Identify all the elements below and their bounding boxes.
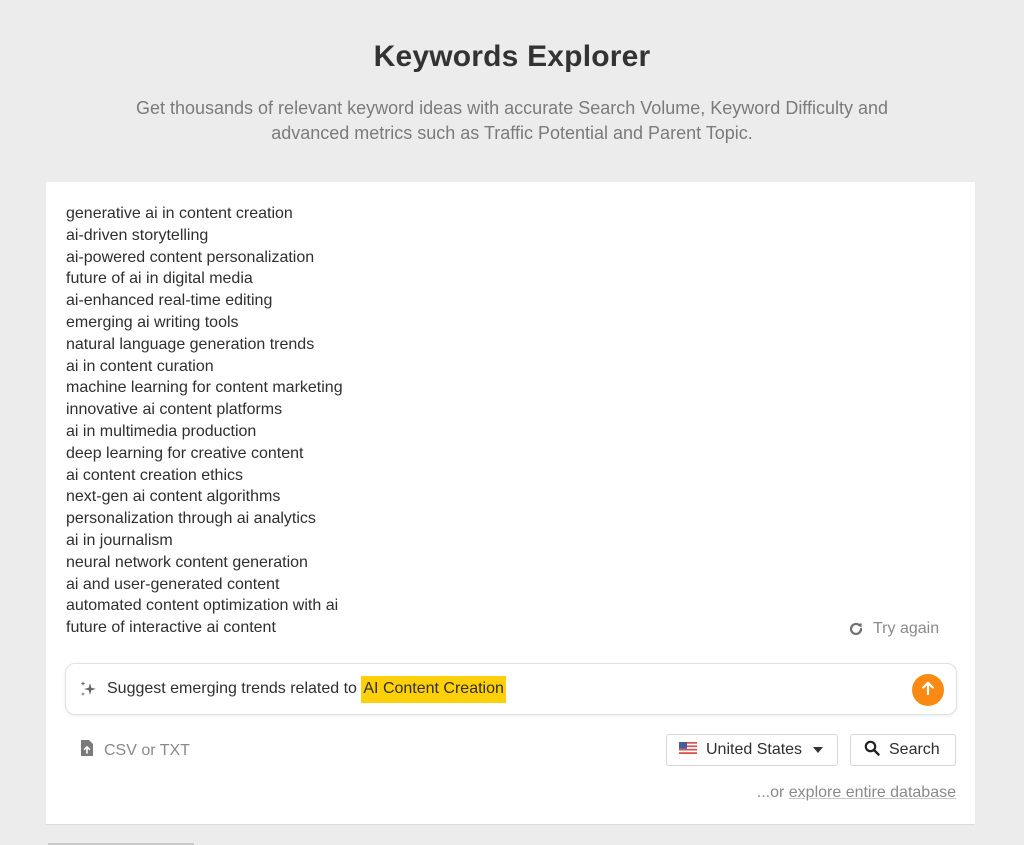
upload-label: CSV or TXT xyxy=(104,741,190,759)
keyword-result: future of ai in digital media xyxy=(66,270,253,288)
keyword-result: ai and user-generated content xyxy=(66,575,280,593)
keyword-result: ai content creation ethics xyxy=(66,466,243,484)
search-label: Search xyxy=(889,741,940,758)
keyword-result: generative ai in content creation xyxy=(66,205,293,222)
country-select[interactable]: United States xyxy=(666,734,838,766)
sparkle-icon xyxy=(78,679,107,699)
try-again-label: Try again xyxy=(873,620,940,637)
explore-database-link[interactable]: explore entire database xyxy=(789,784,956,801)
keyword-result: ai-enhanced real-time editing xyxy=(66,292,273,310)
keyword-result: ai-driven storytelling xyxy=(66,226,209,244)
keyword-result: innovative ai content platforms xyxy=(66,401,283,419)
ai-prompt-input[interactable]: Suggest emerging trends related to AI Co… xyxy=(65,663,957,715)
explore-database: ...or explore entire database xyxy=(757,784,956,802)
keyword-result: machine learning for content marketing xyxy=(66,379,343,397)
keyword-results-list: generative ai in content creation ai-dri… xyxy=(66,203,343,639)
try-again-button[interactable]: Try again xyxy=(848,618,939,640)
keyword-result: future of interactive ai content xyxy=(66,619,276,637)
search-button[interactable]: Search xyxy=(850,734,956,766)
keyword-result: ai in content curation xyxy=(66,357,214,375)
upload-csv-button[interactable]: CSV or TXT xyxy=(79,739,190,762)
file-upload-icon xyxy=(79,739,95,762)
us-flag-icon xyxy=(679,741,697,759)
send-prompt-button[interactable] xyxy=(912,674,944,706)
keyword-result: next-gen ai content algorithms xyxy=(66,488,281,506)
keyword-result: personalization through ai analytics xyxy=(66,510,316,528)
keyword-result: ai in journalism xyxy=(66,531,173,549)
keyword-result: automated content optimization with ai xyxy=(66,597,339,615)
refresh-icon xyxy=(848,621,864,637)
page-subtitle: Get thousands of relevant keyword ideas … xyxy=(0,96,1024,146)
subtitle-line-1: Get thousands of relevant keyword ideas … xyxy=(135,98,889,118)
prompt-text: Suggest emerging trends related to xyxy=(107,680,362,697)
arrow-up-icon xyxy=(920,680,936,701)
keyword-result: emerging ai writing tools xyxy=(66,313,239,331)
search-icon xyxy=(864,740,880,761)
keyword-result: neural network content generation xyxy=(66,553,308,571)
keyword-ideas-card: generative ai in content creation ai-dri… xyxy=(46,182,975,825)
keyword-result: ai in multimedia production xyxy=(66,422,257,440)
keyword-result: ai-powered content personalization xyxy=(66,248,315,266)
prompt-highlighted-topic[interactable]: AI Content Creation xyxy=(361,675,506,703)
keyword-result: deep learning for creative content xyxy=(66,444,304,462)
subtitle-line-2: advanced metrics such as Traffic Potenti… xyxy=(271,123,753,143)
page-title: Keywords Explorer xyxy=(373,40,651,73)
chevron-down-icon xyxy=(813,747,824,753)
keyword-result: natural language generation trends xyxy=(66,335,315,353)
explore-prefix: ...or xyxy=(756,784,789,801)
country-label: United States xyxy=(706,741,803,758)
